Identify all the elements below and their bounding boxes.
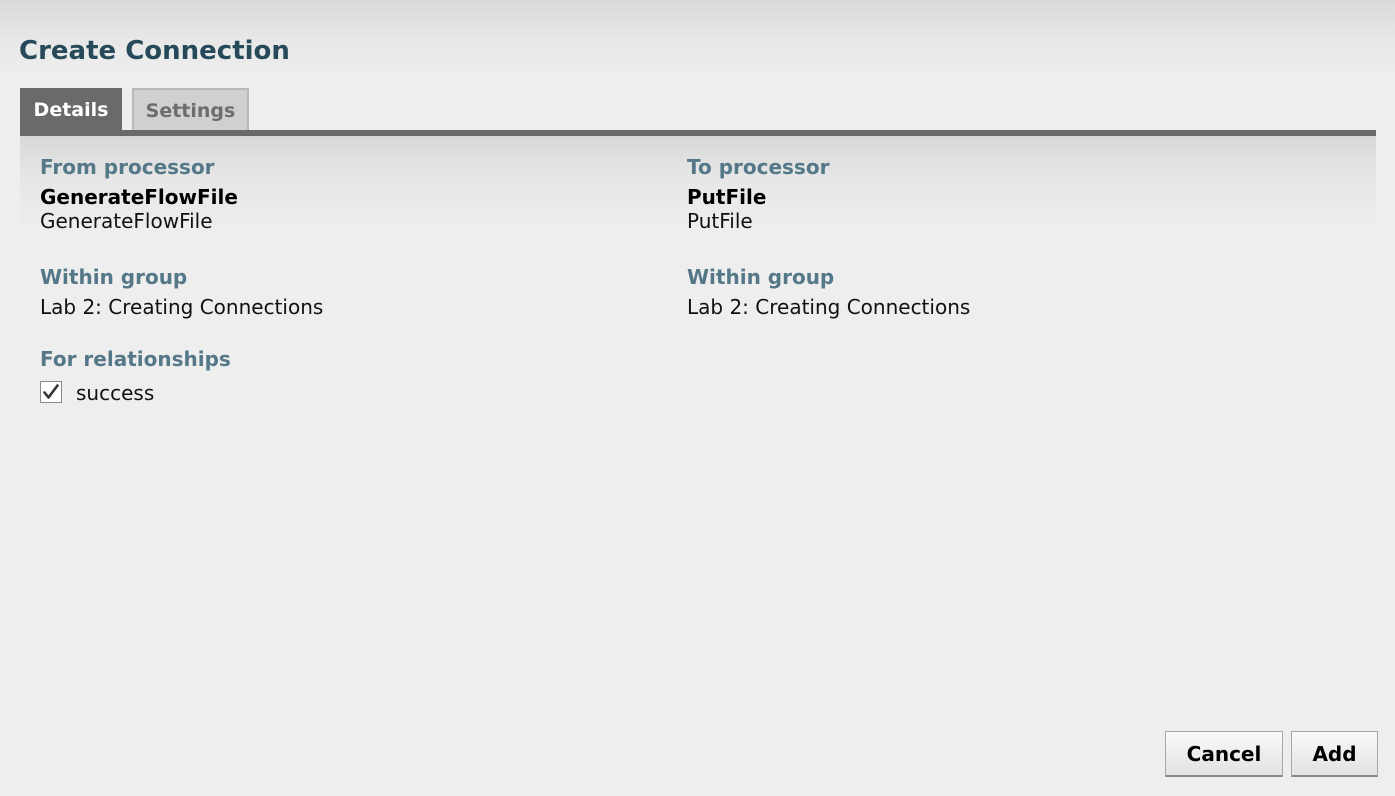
from-group-value: Lab 2: Creating Connections <box>40 295 324 319</box>
from-group-label: Within group <box>40 265 188 289</box>
relationships-label: For relationships <box>40 347 231 371</box>
dialog-title: Create Connection <box>19 36 290 66</box>
tab-settings[interactable]: Settings <box>132 88 249 130</box>
from-processor-name: GenerateFlowFile <box>40 185 238 209</box>
to-processor-name: PutFile <box>687 185 767 209</box>
to-processor-type: PutFile <box>687 209 753 233</box>
details-panel: From processor GenerateFlowFile Generate… <box>20 136 1376 696</box>
from-processor-type: GenerateFlowFile <box>40 209 213 233</box>
from-processor-label: From processor <box>40 155 215 179</box>
to-group-label: Within group <box>687 265 835 289</box>
tab-details[interactable]: Details <box>20 88 122 130</box>
to-processor-label: To processor <box>687 155 830 179</box>
to-group-value: Lab 2: Creating Connections <box>687 295 971 319</box>
relationship-success-checkbox[interactable] <box>40 381 62 403</box>
cancel-button[interactable]: Cancel <box>1165 731 1283 777</box>
check-icon <box>43 384 59 399</box>
relationship-success-label[interactable]: success <box>76 381 154 405</box>
create-connection-dialog: Create Connection Details Settings From … <box>0 0 1395 796</box>
add-button[interactable]: Add <box>1291 731 1378 777</box>
